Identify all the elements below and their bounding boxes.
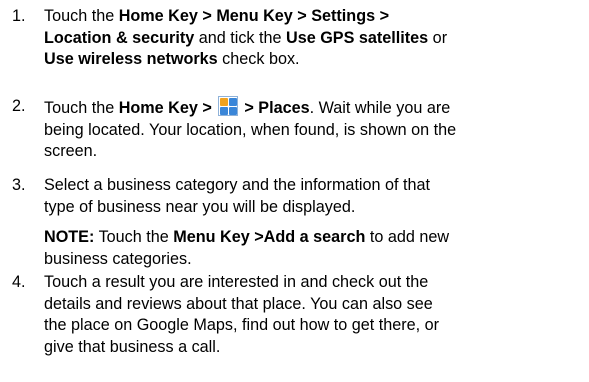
text-line: Touch a result you are interested in and… — [44, 273, 429, 291]
text-line: NOTE: Touch the Menu Key >Add a search t… — [44, 227, 584, 249]
text-run: or — [428, 28, 448, 47]
note-block: NOTE: Touch the Menu Key >Add a search t… — [44, 227, 584, 270]
note-label: NOTE: — [44, 228, 95, 246]
instruction-page: 1. Touch the Home Key > Menu Key > Setti… — [0, 0, 589, 382]
text-run: . Wait while you are — [309, 99, 451, 117]
bold-text-run: > Places — [244, 99, 310, 117]
step-number: 4. — [12, 273, 26, 291]
text-line: Select a business category and the infor… — [44, 176, 431, 194]
step-number: 2. — [12, 97, 26, 115]
text-line: the place on Google Maps, find out how t… — [44, 316, 440, 334]
step-text: Touch the Home Key > Menu Key > Settings… — [44, 6, 584, 71]
bold-text-run: Location & security — [44, 28, 195, 47]
step-text: Touch a result you are interested in and… — [44, 272, 584, 358]
text-run: Touch the — [44, 99, 119, 117]
bold-text-run: Use wireless networks — [44, 50, 218, 68]
text-run: to add new — [365, 228, 450, 246]
text-line: details and reviews about that place. Yo… — [44, 294, 433, 313]
step-number: 1. — [12, 7, 26, 25]
text-line: business categories. — [44, 249, 192, 268]
text-line: Use wireless networks check box. — [44, 49, 584, 71]
text-line: screen. — [44, 142, 98, 160]
text-line: Touch the Home Key > > Places. Wait whil… — [44, 96, 584, 120]
text-run: check box. — [217, 50, 300, 68]
text-line: being located. Your location, when found… — [44, 120, 457, 139]
text-run: Touch the — [44, 7, 119, 25]
bold-text-run: Home Key > — [118, 99, 212, 117]
step-text: Select a business category and the infor… — [44, 175, 584, 270]
text-line: give that business a call. — [44, 337, 221, 356]
step-text: Touch the Home Key > > Places. Wait whil… — [44, 96, 584, 163]
text-run: Touch the — [94, 228, 174, 246]
text-run: and tick the — [194, 28, 287, 47]
text-line: Location & security and tick the Use GPS… — [44, 28, 584, 50]
text-line: Touch the Home Key > Menu Key > Settings… — [44, 6, 584, 28]
bold-text-run: Use GPS satellites — [286, 28, 429, 47]
step-number: 3. — [12, 176, 26, 194]
bold-text-run: Home Key > Menu Key > Settings > — [118, 7, 390, 25]
apps-grid-icon — [218, 96, 239, 116]
bold-text-run: Menu Key >Add a search — [173, 228, 366, 246]
text-line: type of business near you will be displa… — [44, 197, 356, 216]
